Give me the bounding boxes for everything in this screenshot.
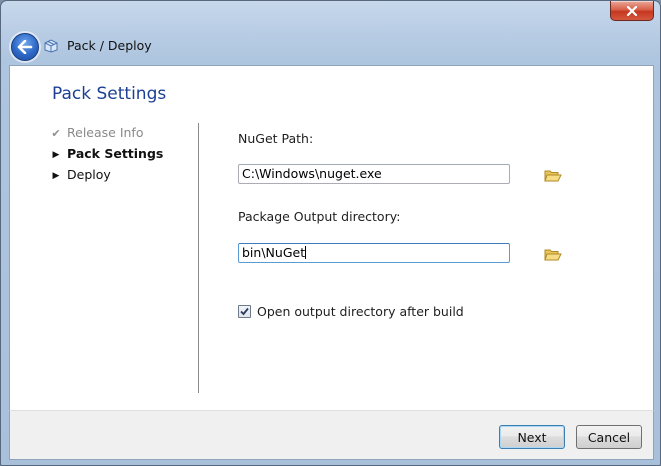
triangle-right-icon: ▶ (52, 150, 60, 160)
next-button[interactable]: Next (499, 425, 565, 449)
title-bar (1, 1, 660, 29)
page-title: Pack Settings (52, 84, 167, 104)
navigation-bar: Pack / Deploy (1, 31, 660, 65)
step-deploy[interactable]: ▶ Deploy (50, 167, 163, 188)
step-label: Pack Settings (67, 146, 164, 161)
step-label: Deploy (67, 167, 111, 182)
back-button[interactable] (11, 33, 39, 61)
text-caret (305, 246, 307, 259)
back-arrow-icon (17, 40, 33, 54)
wizard-content: Pack Settings ✔ Release Info ▶ Pack Sett… (9, 65, 654, 411)
checkmark-icon (240, 307, 249, 316)
close-icon (626, 5, 638, 16)
folder-open-icon[interactable] (544, 247, 562, 263)
wizard-footer: Next Cancel (9, 410, 654, 460)
triangle-right-icon: ▶ (52, 171, 60, 181)
folder-open-icon[interactable] (544, 168, 562, 184)
steps-divider (198, 123, 199, 393)
wizard-window: Pack / Deploy Pack Settings ✔ Release In… (0, 0, 661, 466)
nuget-path-label: NuGet Path: (238, 131, 314, 146)
cancel-button[interactable]: Cancel (576, 425, 642, 449)
step-label: Release Info (67, 125, 144, 140)
package-icon (44, 39, 58, 53)
open-after-build-label: Open output directory after build (257, 304, 464, 319)
step-release-info[interactable]: ✔ Release Info (50, 125, 163, 146)
output-dir-input[interactable]: bin\NuGet (238, 243, 510, 263)
checkmark-icon: ✔ (51, 127, 61, 140)
nuget-path-input[interactable]: C:\Windows\nuget.exe (238, 164, 510, 184)
output-dir-label: Package Output directory: (238, 209, 401, 224)
open-after-build-row[interactable]: Open output directory after build (238, 304, 464, 319)
step-pack-settings[interactable]: ▶ Pack Settings (50, 146, 164, 167)
close-button[interactable] (610, 1, 654, 21)
wizard-steps: ✔ Release Info ▶ Pack Settings ▶ Deploy (50, 125, 163, 188)
window-title: Pack / Deploy (67, 38, 152, 53)
open-after-build-checkbox[interactable] (238, 305, 251, 318)
nuget-path-value: C:\Windows\nuget.exe (242, 166, 382, 181)
output-dir-value: bin\NuGet (242, 245, 306, 260)
